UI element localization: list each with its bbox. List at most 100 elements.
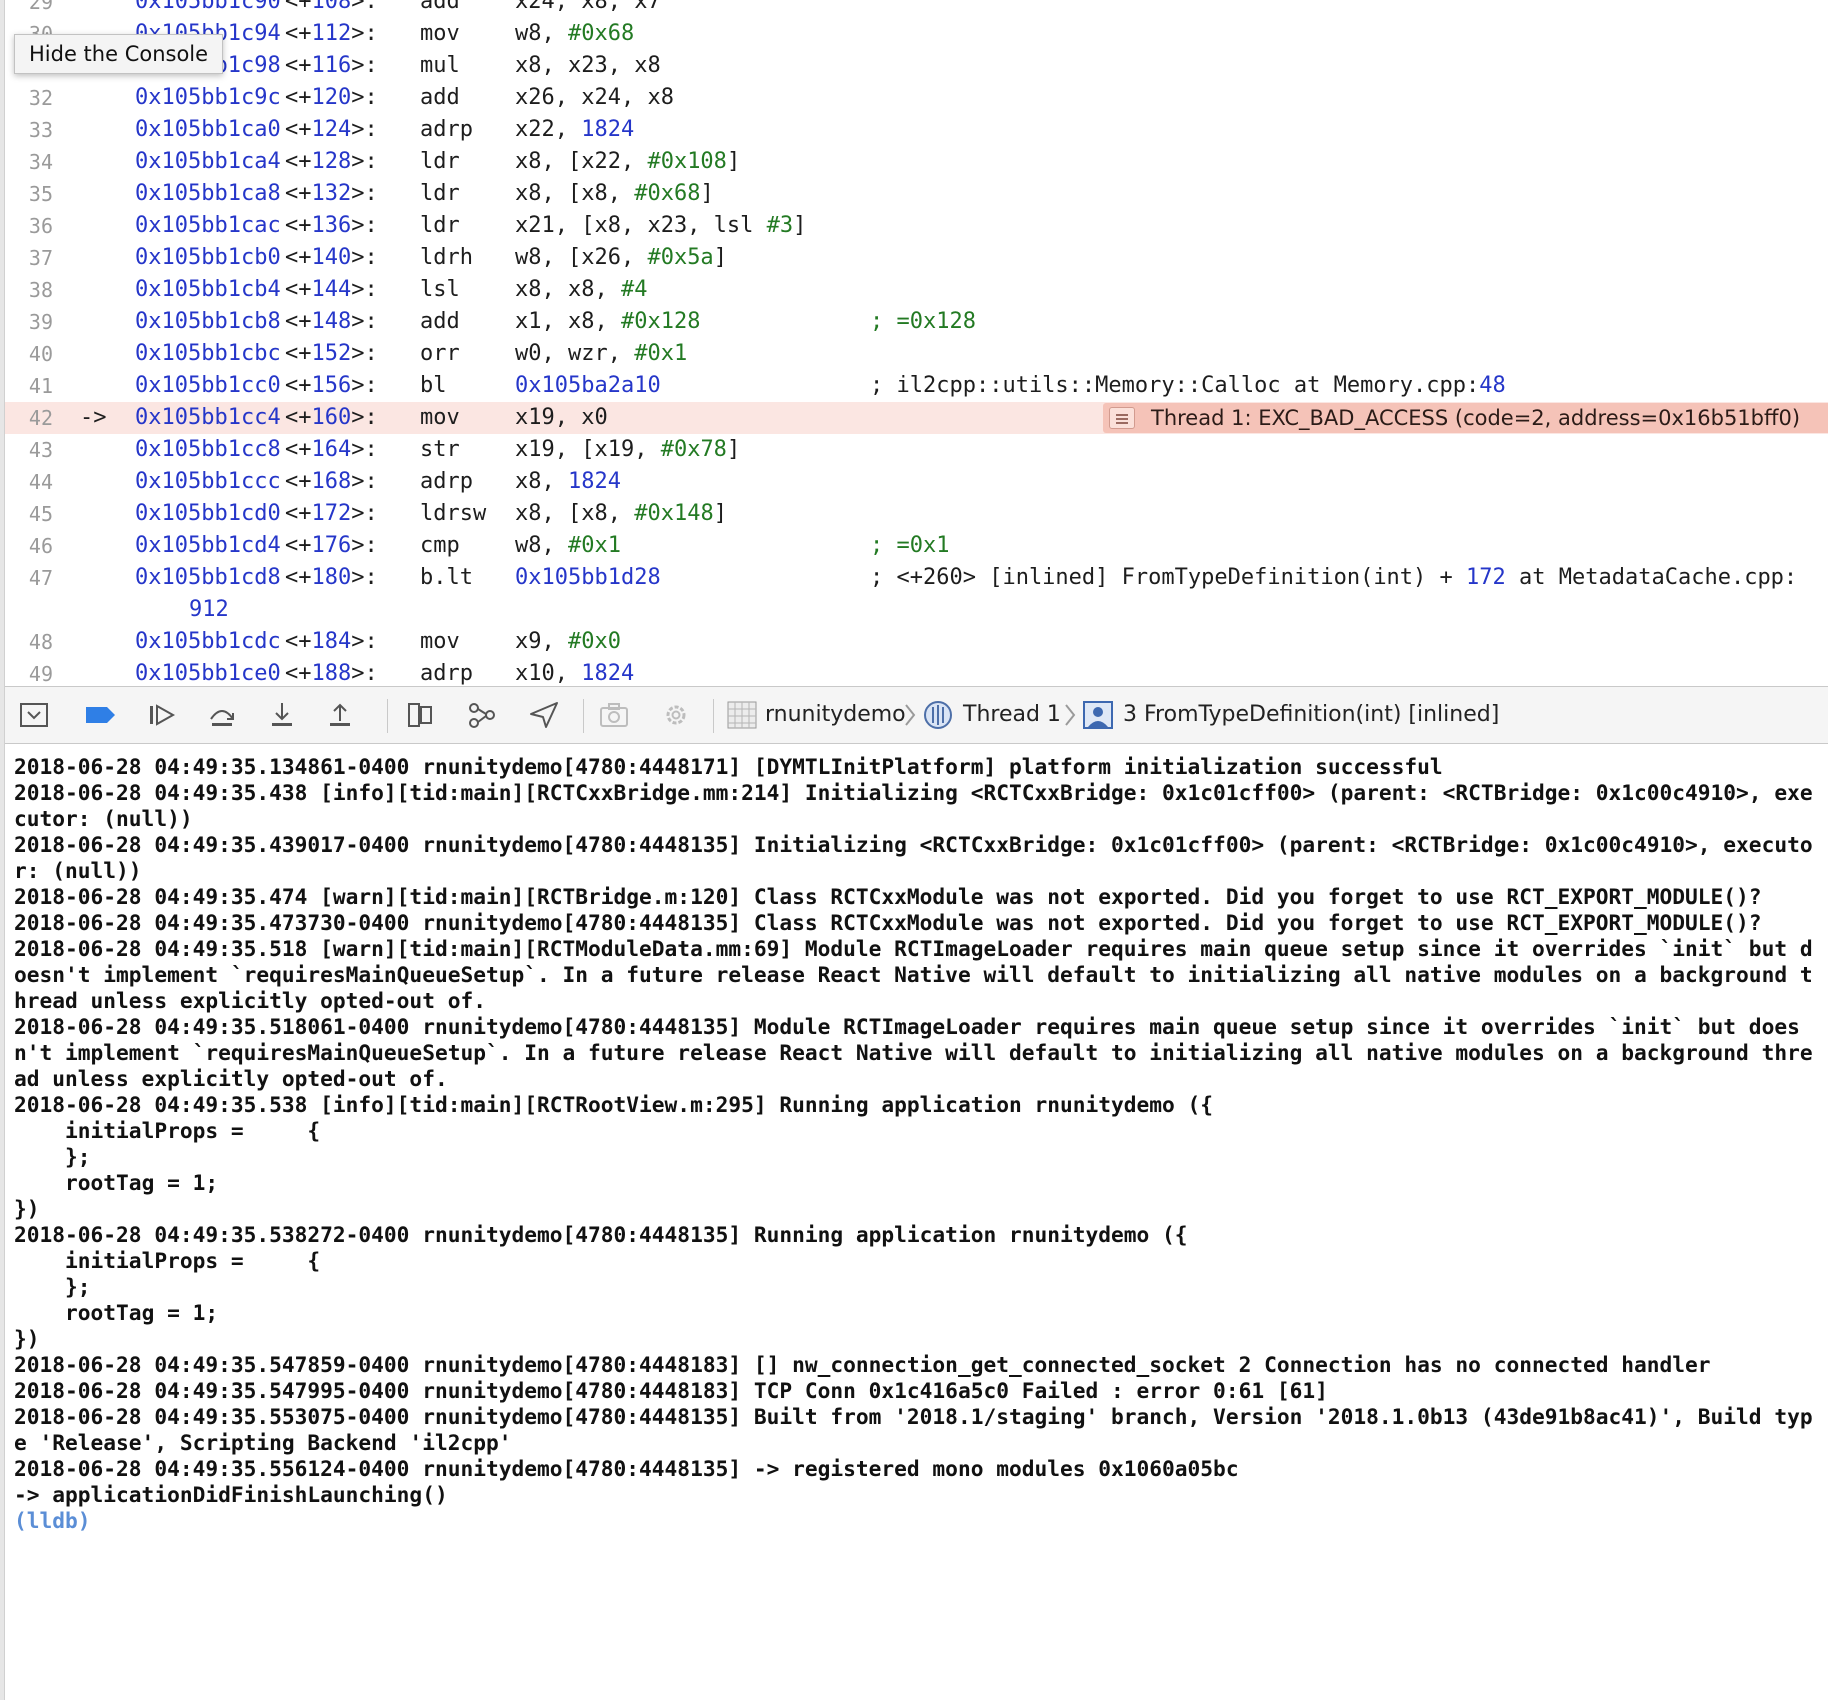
instruction-mnemonic: ldrsw xyxy=(420,501,487,526)
line-number: 41 xyxy=(28,374,53,398)
disassembly-line[interactable]: 44 0x105bb1ccc <+168>: adrp x8, 1824 xyxy=(5,466,1828,498)
disassembly-line[interactable]: 300x105bb1c94<+112>:movw8, #0x68 xyxy=(5,18,1828,50)
instruction-operands: 0x105bb1d28 xyxy=(515,565,661,590)
line-number: 40 xyxy=(28,342,53,366)
disassembly-line[interactable]: 310x105bb1c98<+116>:mulx8, x23, x8 xyxy=(5,50,1828,82)
disassembly-line[interactable]: 46 0x105bb1cd4 <+176>: cmp w8, #0x1 ; =0x1 xyxy=(5,530,1828,562)
step-into-icon xyxy=(272,703,292,726)
disassembly-line[interactable]: 43 0x105bb1cc8 <+164>: str x19, [x19, #0x78] xyxy=(5,434,1828,466)
disassembly-line[interactable]: 35 0x105bb1ca8 <+132>: ldr x8, [x8, #0x68] xyxy=(5,178,1828,210)
instruction-mnemonic: cmp xyxy=(420,533,460,558)
breakpoints-toggle-button[interactable] xyxy=(83,699,117,731)
thread-icon xyxy=(921,699,955,731)
instruction-address: 0x105bb1cb8 xyxy=(135,309,281,334)
step-over-icon xyxy=(210,710,234,726)
instruction-offset: <+144>: xyxy=(285,277,378,302)
disassembly-line[interactable]: 47 0x105bb1cd8 <+180>: b.lt 0x105bb1d28 ; <+2… xyxy=(5,562,1828,594)
memory-graph-button[interactable] xyxy=(465,699,499,731)
instruction-mnemonic: ldrh xyxy=(420,245,473,270)
instruction-operands: x26, x24, x8 xyxy=(515,85,674,110)
instruction-address: 0x105bb1cb4 xyxy=(135,277,281,302)
instruction-address: 0x105bb1ccc xyxy=(135,469,281,494)
instruction-offset: <+124>: xyxy=(285,117,378,142)
instruction-address: 0x105bb1cd0 xyxy=(135,501,281,526)
instruction-address: 0x105bb1cd8 xyxy=(135,565,281,590)
instruction-offset: <+148>: xyxy=(285,309,378,334)
step-into-button[interactable] xyxy=(265,699,299,731)
view-hierarchy-icon xyxy=(408,703,432,727)
memory-graph-icon xyxy=(469,703,495,728)
instruction-address: 0x105bb1ca8 xyxy=(135,181,281,206)
instruction-comment: ; =0x1 xyxy=(870,533,950,558)
breadcrumb-thread[interactable]: Thread 1 xyxy=(963,687,1061,743)
line-number: 37 xyxy=(28,246,53,270)
instruction-address: 0x105bb1ce0 xyxy=(135,661,281,686)
gear-icon xyxy=(666,705,686,725)
instruction-address: 0x105bb1cb0 xyxy=(135,245,281,270)
instruction-offset: <+128>: xyxy=(285,149,378,174)
disassembly-line[interactable]: 48 0x105bb1cdc <+184>: mov x9, #0x0 xyxy=(5,626,1828,658)
disassembly-line[interactable]: 49 0x105bb1ce0 <+188>: adrp x10, 1824 xyxy=(5,658,1828,686)
view-debugger-button[interactable] xyxy=(403,699,437,731)
console-output[interactable]: 2018-06-28 04:49:35.134861-0400 rnunityd… xyxy=(5,744,1828,1700)
line-number: 49 xyxy=(28,662,53,686)
capture-gpu-frame-button[interactable] xyxy=(597,699,631,731)
disassembly-view[interactable]: 290x105bb1c90<+108>:addx24, x8, x7300x10… xyxy=(5,0,1828,686)
step-over-button[interactable] xyxy=(205,699,239,731)
instruction-mnemonic: add xyxy=(420,0,460,14)
instruction-mnemonic: adrp xyxy=(420,117,473,142)
instruction-address: 0x105bb1cd4 xyxy=(135,533,281,558)
instruction-offset: <+156>: xyxy=(285,373,378,398)
disassembly-line[interactable]: 32 0x105bb1c9c <+120>: add x26, x24, x8 xyxy=(5,82,1828,114)
line-number: 34 xyxy=(28,150,53,174)
disassembly-line[interactable]: 40 0x105bb1cbc <+152>: orr w0, wzr, #0x1 xyxy=(5,338,1828,370)
line-number: 45 xyxy=(28,502,53,526)
console-log-text: 2018-06-28 04:49:35.134861-0400 rnunityd… xyxy=(14,754,1813,1507)
disassembly-line[interactable]: 45 0x105bb1cd0 <+172>: ldrsw x8, [x8, #0x148… xyxy=(5,498,1828,530)
breadcrumb-frame[interactable]: 3 FromTypeDefinition(int) [inlined] xyxy=(1123,687,1499,743)
disassembly-line[interactable]: 41 0x105bb1cc0 <+156>: bl 0x105ba2a10 ; il2cp… xyxy=(5,370,1828,402)
instruction-address: 0x105bb1cbc xyxy=(135,341,281,366)
step-out-icon xyxy=(330,703,350,726)
disassembly-line[interactable]: 36 0x105bb1cac <+136>: ldr x21, [x8, x23, ls… xyxy=(5,210,1828,242)
step-out-button[interactable] xyxy=(323,699,357,731)
instruction-operands: w8, #0x1 xyxy=(515,533,621,558)
instruction-offset: <+120>: xyxy=(285,85,378,110)
breadcrumb-app[interactable]: rnunitydemo xyxy=(765,687,906,743)
instruction-operands: 0x105ba2a10 xyxy=(515,373,661,398)
instruction-offset: <+116>: xyxy=(285,53,378,78)
disassembly-line[interactable]: 37 0x105bb1cb0 <+140>: ldrh w8, [x26, #0x5a] xyxy=(5,242,1828,274)
disassembly-line[interactable]: 29 0x105bb1c90 <+108>: add x24, x8, x7 xyxy=(5,0,1828,18)
disassembly-line[interactable]: 38 0x105bb1cb4 <+144>: lsl x8, x8, #4 xyxy=(5,274,1828,306)
hide-console-button[interactable] xyxy=(17,699,51,731)
environment-overrides-button[interactable] xyxy=(659,699,693,731)
line-number: 36 xyxy=(28,214,53,238)
instruction-operands: w0, wzr, #0x1 xyxy=(515,341,688,366)
exception-badge[interactable]: Thread 1: EXC_BAD_ACCESS (code=2, addres… xyxy=(1103,403,1828,433)
instruction-operands: x22, 1824 xyxy=(515,117,635,142)
instruction-comment: ; <+260> [inlined] FromTypeDefinition(in… xyxy=(870,565,1798,590)
disassembly-line[interactable]: 33 0x105bb1ca0 <+124>: adrp x22, 1824 xyxy=(5,114,1828,146)
instruction-address: 0x105bb1cac xyxy=(135,213,281,238)
instruction-operands: w8, #0x68 xyxy=(515,21,635,46)
instruction-mnemonic: mov xyxy=(420,21,460,46)
instruction-mnemonic: orr xyxy=(420,341,460,366)
instruction-mnemonic: adrp xyxy=(420,661,473,686)
instruction-operands: x19, x0 xyxy=(515,405,608,430)
instruction-operands: w8, [x26, #0x5a] xyxy=(515,245,727,270)
continue-button[interactable] xyxy=(145,699,179,731)
instruction-operands: x8, [x22, #0x108] xyxy=(515,149,741,174)
simulate-location-button[interactable] xyxy=(527,699,561,731)
line-number: 42 xyxy=(28,406,53,430)
instruction-comment: ; =0x128 xyxy=(870,309,976,334)
lldb-prompt[interactable]: (lldb) xyxy=(14,1508,91,1534)
disassembly-line[interactable]: 39 0x105bb1cb8 <+148>: add x1, x8, #0x128 ; =… xyxy=(5,306,1828,338)
instruction-offset: <+184>: xyxy=(285,629,378,654)
instruction-mnemonic: add xyxy=(420,309,460,334)
disassembly-line-current[interactable]: 42 -> 0x105bb1cc4 <+160>: mov x19, x0 Thread 1… xyxy=(5,402,1828,434)
line-number: 38 xyxy=(28,278,53,302)
toolbar-separator xyxy=(583,699,584,733)
disassembly-line[interactable]: 34 0x105bb1ca4 <+128>: ldr x8, [x22, #0x108] xyxy=(5,146,1828,178)
toolbar-separator xyxy=(387,699,388,733)
breakpoint-icon xyxy=(86,707,115,723)
